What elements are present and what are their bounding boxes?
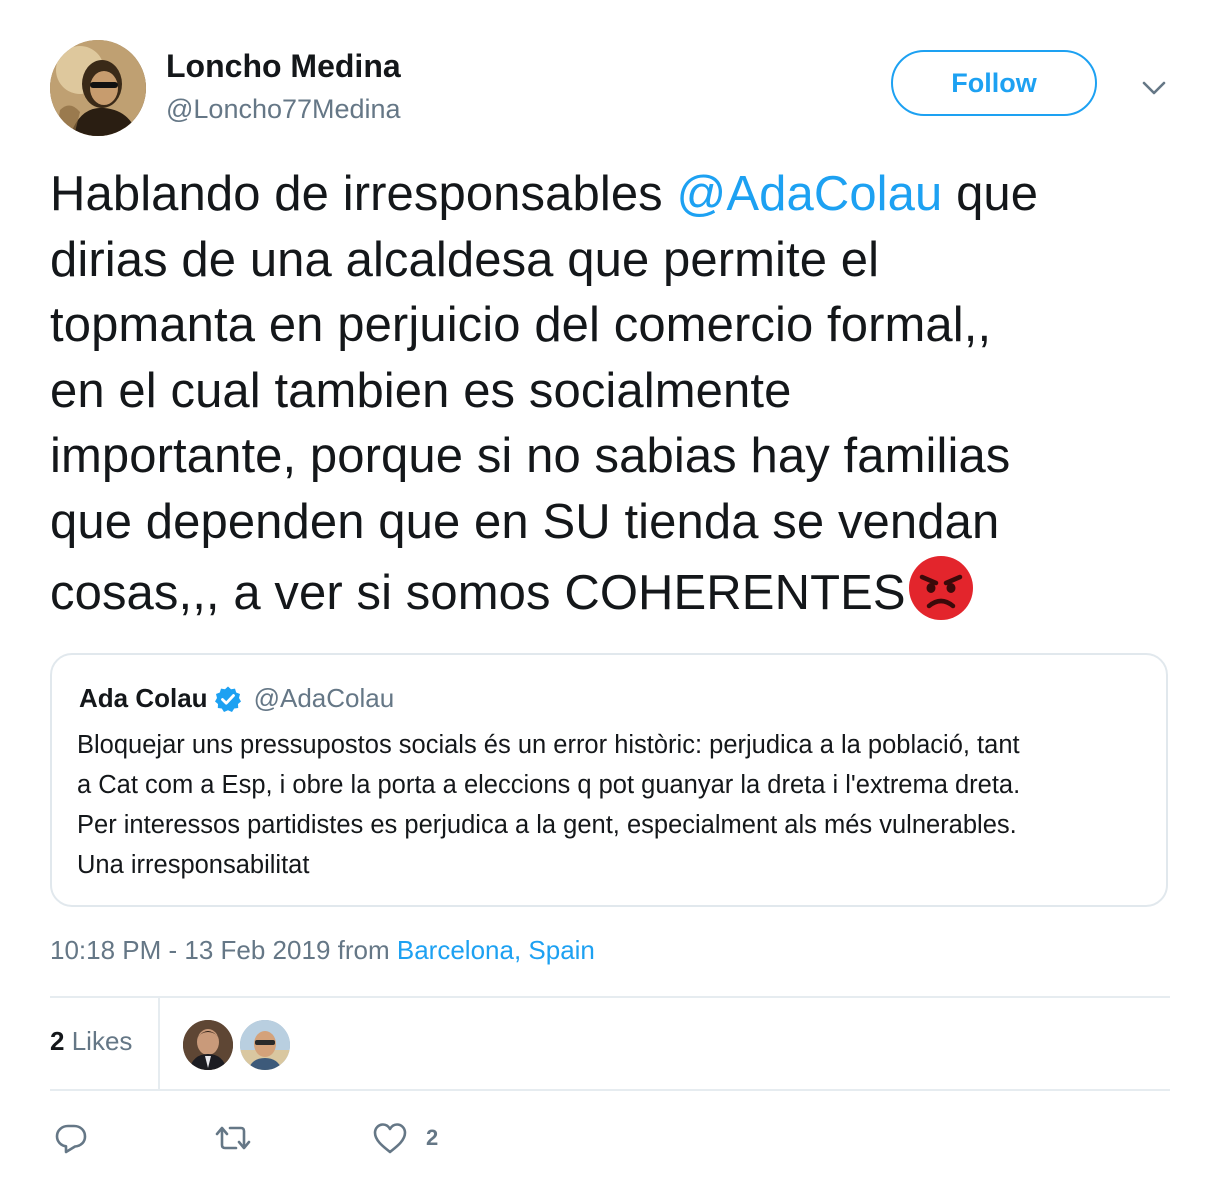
tweet-text-line: que dependen que en SU tienda se vendan <box>50 494 1000 549</box>
avatar-image <box>50 40 146 136</box>
like-button[interactable]: 2 <box>372 1116 438 1160</box>
quoted-author-handle: @AdaColau <box>253 683 395 713</box>
from-label: from <box>337 935 390 965</box>
quoted-tweet-header: Ada Colau @AdaColau <box>79 683 394 714</box>
liker-avatar[interactable] <box>183 1020 233 1070</box>
likes-stat[interactable]: 2 Likes <box>50 1026 132 1057</box>
tweet-text-line: importante, porque si no sabias hay fami… <box>50 429 1011 483</box>
location-link[interactable]: Barcelona, Spain <box>397 935 595 965</box>
tweet-text-segment: cosas,,, a ver si somos COHERENTES <box>50 566 906 620</box>
retweet-icon <box>215 1126 251 1150</box>
heart-icon <box>373 1123 407 1154</box>
likes-label: Likes <box>71 1026 133 1056</box>
angry-face-icon <box>908 555 974 621</box>
stats-separator <box>158 998 160 1090</box>
divider-bottom <box>50 1089 1170 1091</box>
tweet-actions: 2 <box>50 1116 650 1160</box>
quoted-text-line: a Cat com a Esp, i obre la porta a elecc… <box>77 771 1021 799</box>
follow-button[interactable]: Follow <box>891 50 1097 116</box>
timestamp[interactable]: 10:18 PM - 13 Feb 2019 <box>50 935 330 965</box>
tweet-text-segment: que <box>942 167 1039 221</box>
quoted-text-line: Per interessos partidistes es perjudica … <box>77 811 1017 839</box>
tweet-meta: 10:18 PM - 13 Feb 2019 from Barcelona, S… <box>50 935 595 966</box>
author-display-name[interactable]: Loncho Medina <box>166 48 401 85</box>
author-handle[interactable]: @Loncho77Medina <box>166 94 401 125</box>
retweet-button[interactable] <box>214 1116 252 1160</box>
quoted-text-line: Una irresponsabilitat <box>77 851 310 879</box>
tweet-stats: 2 Likes <box>50 998 1170 1090</box>
tweet-text: Hablando de irresponsables @AdaColau que… <box>50 162 1180 627</box>
tweet-card: Loncho Medina @Loncho77Medina Follow Hab… <box>0 0 1220 1198</box>
liker-avatar[interactable] <box>240 1020 290 1070</box>
quoted-tweet[interactable]: Ada Colau @AdaColau Bloquejar uns pressu… <box>50 653 1168 907</box>
quoted-author-name: Ada Colau <box>79 683 208 713</box>
reply-button[interactable] <box>54 1116 88 1160</box>
chevron-down-icon[interactable] <box>1138 72 1170 104</box>
quoted-text-line: Bloquejar uns pressupostos socials és un… <box>77 731 1020 759</box>
author-avatar[interactable] <box>50 40 146 136</box>
tweet-text-line: topmanta en perjuicio del comercio forma… <box>50 298 992 352</box>
tweet-text-line: en el cual tambien es socialmente <box>50 363 792 418</box>
like-count: 2 <box>426 1125 439 1150</box>
quoted-tweet-text: Bloquejar uns pressupostos socials és un… <box>77 725 1147 885</box>
mention-link[interactable]: @AdaColau <box>677 167 943 221</box>
tweet-text-segment: Hablando de irresponsables <box>50 167 677 221</box>
verified-badge-icon <box>214 685 242 713</box>
tweet-text-line: Hablando de irresponsables @AdaColau que <box>50 162 1180 228</box>
reply-icon <box>55 1124 87 1154</box>
tweet-text-line-last: cosas,,, a ver si somos COHERENTES <box>50 555 1180 627</box>
likes-count: 2 <box>50 1026 65 1056</box>
tweet-text-line: dirias de una alcaldesa que permite el <box>50 232 880 287</box>
